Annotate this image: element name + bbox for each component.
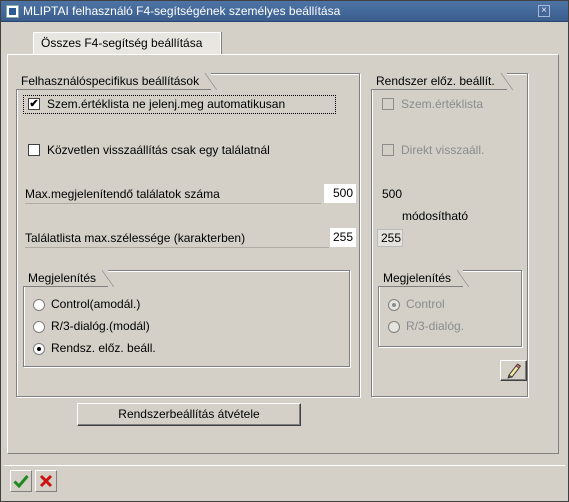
- no-auto-personal-list-checkbox[interactable]: ✔: [28, 98, 40, 110]
- window-title: MLIPTAI felhasználó F4-segítségének szem…: [23, 4, 341, 18]
- adopt-system-settings-button[interactable]: Rendszerbeállítás átvétele: [77, 403, 301, 426]
- max-hits-input[interactable]: 500: [324, 184, 356, 203]
- max-width-label: Találatlista max.szélessége (karakterben…: [25, 231, 246, 245]
- footer-toolbar: [4, 465, 565, 499]
- green-check-icon: [13, 475, 29, 488]
- system-max-hits-value: 500: [382, 187, 403, 201]
- system-radio-r3-dialog-label: R/3-dialóg.: [406, 319, 465, 333]
- dialog-content: Összes F4-segítség beállítása Felhasznál…: [4, 23, 565, 461]
- system-settings-title: Rendszer előz. beállít.: [371, 73, 513, 90]
- system-radio-r3-dialog: [388, 321, 400, 333]
- cancel-button[interactable]: [35, 470, 57, 492]
- radio-r3-dialog-modal-label: R/3-dialóg.(modál): [51, 319, 150, 333]
- edit-settings-button[interactable]: [500, 360, 527, 381]
- radio-r3-dialog-modal[interactable]: [33, 321, 45, 333]
- modifiable-label: módosítható: [402, 209, 469, 223]
- system-display-title: Megjelenítés: [378, 270, 470, 287]
- user-settings-group: Felhasználóspecifikus beállítások ✔ Szem…: [16, 73, 360, 397]
- radio-control-amodal[interactable]: [33, 299, 45, 311]
- dialog-window: MLIPTAI felhasználó F4-segítségének szem…: [0, 0, 569, 502]
- max-hits-label: Max.megjelenítendő találatok száma: [25, 187, 220, 201]
- confirm-button[interactable]: [10, 470, 32, 492]
- sap-app-icon: [6, 5, 19, 18]
- user-display-group: Megjelenítés Control(amodál.) R/3-dialóg…: [23, 270, 350, 367]
- system-radio-control: [388, 299, 400, 311]
- radio-system-default-label: Rendsz. előz. beáll.: [51, 341, 156, 355]
- system-personal-list-label: Szem.értéklista: [401, 97, 484, 111]
- direct-return-checkbox[interactable]: [28, 144, 40, 156]
- system-display-group: Megjelenítés Control R/3-dialóg.: [378, 270, 522, 347]
- red-x-icon: [39, 474, 53, 488]
- pencil-edit-icon: [507, 363, 522, 379]
- system-radio-control-label: Control: [406, 297, 445, 311]
- system-personal-list-checkbox: [382, 98, 394, 110]
- tab-panel: Felhasználóspecifikus beállítások ✔ Szem…: [7, 54, 559, 454]
- radio-system-default[interactable]: [33, 343, 45, 355]
- max-width-underline: [25, 247, 329, 248]
- max-hits-underline: [25, 203, 321, 204]
- system-direct-return-label: Direkt visszaáll.: [401, 143, 485, 157]
- user-display-title: Megjelenítés: [23, 270, 115, 287]
- direct-return-label: Közvetlen visszaállítás csak egy találat…: [47, 143, 270, 157]
- radio-control-amodal-label: Control(amodál.): [51, 297, 141, 311]
- no-auto-personal-list-label: Szem.értéklista ne jelenj.meg automatiku…: [47, 97, 286, 111]
- system-settings-group: Rendszer előz. beállít. Szem.értéklista …: [371, 73, 528, 397]
- close-icon[interactable]: ×: [538, 5, 550, 17]
- title-bar: MLIPTAI felhasználó F4-segítségének szem…: [1, 1, 568, 22]
- system-max-width-value: 255: [377, 229, 403, 247]
- user-settings-title: Felhasználóspecifikus beállítások: [16, 73, 218, 90]
- max-width-input[interactable]: 255: [330, 228, 356, 247]
- system-direct-return-checkbox: [382, 144, 394, 156]
- tab-all-f4-settings[interactable]: Összes F4-segítség beállítása: [33, 32, 221, 54]
